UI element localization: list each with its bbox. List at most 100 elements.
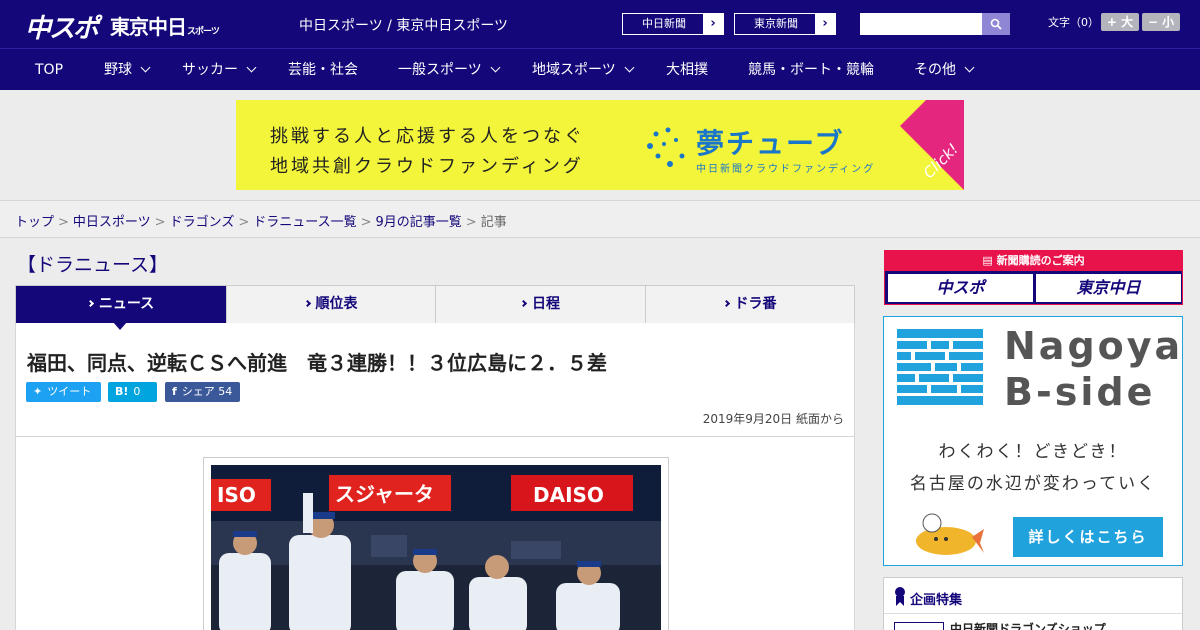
nav-label: 芸能・社会 bbox=[288, 62, 358, 78]
nav-item-local-sports[interactable]: 地域スポーツ bbox=[532, 49, 635, 91]
ad-title-line-2: B-side bbox=[1004, 370, 1156, 414]
nav-label: 大相撲 bbox=[666, 62, 708, 78]
ad-details-button[interactable]: 詳しくはこちら bbox=[1013, 517, 1163, 557]
dream-tube-logo-icon bbox=[647, 127, 685, 167]
link-label: 東京新聞 bbox=[754, 17, 798, 30]
nav-item-other[interactable]: その他 bbox=[914, 49, 975, 91]
tab-label: ニュース bbox=[98, 296, 155, 312]
breadcrumb-separator: > bbox=[360, 215, 372, 230]
nav-label: TOP bbox=[35, 62, 64, 78]
fried-shrimp-mascot-icon bbox=[916, 513, 984, 555]
banner-line-1: 挑戦する人と応援する人をつなぐ bbox=[270, 126, 585, 147]
nav-label: サッカー bbox=[182, 62, 238, 78]
newspaper-icon: ▤ bbox=[982, 254, 997, 267]
breadcrumb-separator: > bbox=[238, 215, 250, 230]
nav-label: 野球 bbox=[104, 62, 132, 78]
feature-thumbnail[interactable] bbox=[894, 622, 944, 630]
nav-label: 地域スポーツ bbox=[532, 62, 616, 78]
tokyo-logo-small: スポーツ bbox=[187, 27, 220, 37]
breadcrumb-link[interactable]: 9月の記事一覧 bbox=[376, 215, 462, 230]
feature-item-link[interactable]: 中日新聞ドラゴンズショップ bbox=[950, 620, 1106, 630]
tweet-button[interactable]: ✦ ツイート bbox=[26, 382, 101, 402]
nav-item-racing[interactable]: 競馬・ボート・競輪 bbox=[748, 49, 874, 91]
tab-reporter[interactable]: ドラ番 bbox=[646, 286, 854, 323]
article-header: 福田、同点、逆転ＣＳへ前進 竜３連勝！！３位広島に２．５差 ✦ ツイート B! 0 … bbox=[15, 323, 855, 437]
hatena-icon: B! bbox=[115, 385, 129, 398]
nav-item-sumo[interactable]: 大相撲 bbox=[666, 49, 708, 91]
font-larger-button[interactable]: + 大 bbox=[1101, 13, 1139, 31]
breadcrumb-link[interactable]: ドラゴンズ bbox=[170, 215, 235, 230]
photo-sign: DAISO bbox=[533, 483, 604, 507]
nav-item-soccer[interactable]: サッカー bbox=[182, 49, 257, 91]
breadcrumb-link[interactable]: トップ bbox=[15, 215, 54, 230]
chevron-down-icon bbox=[490, 62, 501, 73]
nav-label: 一般スポーツ bbox=[398, 62, 482, 78]
ad-title: Nagoya B-side bbox=[1004, 323, 1183, 415]
search-button[interactable] bbox=[982, 13, 1010, 35]
article-date: 2019年9月20日 紙面から bbox=[702, 412, 844, 426]
facebook-icon: f bbox=[172, 385, 177, 398]
nav-item-general-sports[interactable]: 一般スポーツ bbox=[398, 49, 501, 91]
article-body: ISO スジャータ DAISO bbox=[15, 437, 855, 630]
subscription-box: ▤ 新聞購読のご案内 中スポ 東京中日 bbox=[884, 250, 1183, 305]
facebook-share-button[interactable]: f シェア 54 bbox=[165, 382, 240, 402]
tab-news[interactable]: ニュース bbox=[16, 286, 227, 323]
nav-item-entertainment[interactable]: 芸能・社会 bbox=[288, 49, 358, 91]
hatena-count: 0 bbox=[133, 385, 141, 398]
site-title: 中日スポーツ / 東京中日スポーツ bbox=[299, 18, 509, 34]
article-headline: 福田、同点、逆転ＣＳへ前進 竜３連勝！！３位広島に２．５差 bbox=[27, 351, 607, 375]
crowdfunding-banner[interactable]: 挑戦する人と応援する人をつなぐ 地域共創クラウドファンディング 夢チューブ 中日… bbox=[236, 100, 964, 190]
search-input[interactable] bbox=[860, 13, 982, 35]
subscription-title-text: 新聞購読のご案内 bbox=[996, 254, 1085, 267]
tweet-label: ツイート bbox=[47, 385, 92, 398]
breadcrumb-separator: > bbox=[58, 215, 69, 230]
ad-text-2: 名古屋の水辺が変わっていく bbox=[909, 474, 1157, 494]
players-celebration-image: ISO スジャータ DAISO bbox=[211, 465, 661, 630]
nagoya-bside-ad[interactable]: Nagoya B-side わくわく！どきどき！ 名古屋の水辺が変わっていく 詳し… bbox=[883, 316, 1183, 566]
banner-line-2: 地域共創クラウドファンディング bbox=[270, 156, 584, 177]
banner-brand-sub: 中日新聞クラウドファンディング bbox=[696, 164, 876, 175]
feature-title: 企画特集 bbox=[910, 593, 963, 608]
photo-sign: スジャータ bbox=[335, 482, 434, 506]
chevron-right-icon bbox=[303, 299, 311, 308]
ribbon-icon bbox=[895, 587, 905, 606]
chevron-down-icon bbox=[140, 62, 151, 73]
tokyo-chunichi-subscribe-button[interactable]: 東京中日 bbox=[1036, 274, 1181, 302]
tokyo-chunichi-logo[interactable]: 東京中日スポーツ bbox=[110, 11, 220, 40]
section-title: 【ドラニュース】 bbox=[17, 254, 169, 276]
tab-label: 順位表 bbox=[315, 296, 358, 312]
feature-box: 企画特集 中日新聞ドラゴンズショップ bbox=[883, 577, 1183, 630]
tokyo-shimbun-link[interactable]: 東京新聞 › bbox=[734, 13, 836, 35]
facebook-share-label: シェア 54 bbox=[181, 385, 233, 398]
tab-label: ドラ番 bbox=[734, 296, 777, 312]
chevron-down-icon bbox=[246, 62, 257, 73]
breadcrumb-link[interactable]: 中日スポーツ bbox=[73, 215, 151, 230]
tokyo-logo-text: 東京中日 bbox=[110, 15, 187, 39]
font-smaller-button[interactable]: − 小 bbox=[1142, 13, 1180, 31]
chevron-right-icon: › bbox=[815, 14, 835, 34]
breadcrumb-separator: > bbox=[465, 215, 477, 230]
twitter-icon: ✦ bbox=[33, 385, 43, 398]
active-tab-pointer bbox=[113, 322, 127, 330]
hatena-bookmark-button[interactable]: B! 0 bbox=[108, 382, 157, 402]
ad-title-line-1: Nagoya bbox=[1004, 324, 1184, 368]
chevron-right-icon bbox=[519, 299, 528, 308]
link-label: 中日新聞 bbox=[642, 17, 686, 30]
chuspo-logo[interactable]: 中スポ bbox=[25, 8, 99, 45]
nav-label: その他 bbox=[914, 62, 956, 78]
chuspo-subscribe-button[interactable]: 中スポ bbox=[888, 274, 1033, 302]
font-size-label: 文字（0） bbox=[1048, 16, 1099, 29]
chevron-right-icon: › bbox=[703, 14, 723, 34]
photo-sign: ISO bbox=[217, 483, 256, 507]
nav-label: 競馬・ボート・競輪 bbox=[748, 62, 874, 78]
tab-standings[interactable]: 順位表 bbox=[227, 286, 436, 323]
nav-item-top[interactable]: TOP bbox=[35, 49, 63, 91]
article-photo[interactable]: ISO スジャータ DAISO bbox=[211, 465, 661, 630]
tab-schedule[interactable]: 日程 bbox=[436, 286, 646, 323]
chevron-down-icon bbox=[964, 62, 975, 73]
breadcrumb-link[interactable]: ドラニュース一覧 bbox=[253, 215, 356, 230]
nav-item-baseball[interactable]: 野球 bbox=[104, 49, 151, 91]
feature-header: 企画特集 bbox=[884, 578, 1182, 614]
chunichi-shimbun-link[interactable]: 中日新聞 › bbox=[622, 13, 724, 35]
breadcrumb: トップ > 中日スポーツ > ドラゴンズ > ドラニュース一覧 >9月の記事一覧 > 記事 bbox=[0, 200, 1200, 238]
